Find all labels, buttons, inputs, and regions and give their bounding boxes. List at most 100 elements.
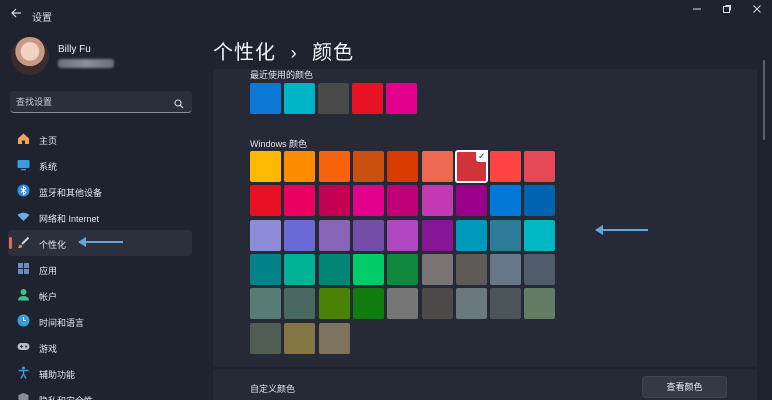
- windows-color-swatch[interactable]: [250, 288, 281, 320]
- sidebar-item-7[interactable]: 时间和语言: [8, 308, 192, 334]
- back-arrow-icon[interactable]: [8, 7, 24, 23]
- windows-color-swatch[interactable]: [490, 185, 522, 217]
- windows-color-swatch[interactable]: [421, 219, 453, 251]
- sidebar-item-8[interactable]: 游戏: [8, 334, 192, 360]
- sidebar-item-4[interactable]: 个性化: [8, 230, 192, 256]
- windows-color-swatch[interactable]: [318, 185, 350, 217]
- sidebar-item-2[interactable]: 蓝牙和其他设备: [8, 178, 192, 204]
- search-input[interactable]: [16, 95, 166, 109]
- windows-color-swatch[interactable]: [284, 288, 316, 320]
- windows-color-swatch[interactable]: [352, 219, 384, 251]
- home-icon: [16, 132, 30, 146]
- app-title: 设置: [32, 13, 52, 24]
- checkmark-icon: ✓: [475, 150, 488, 162]
- windows-color-swatch[interactable]: [421, 185, 453, 217]
- windows-color-swatch[interactable]: [421, 288, 453, 320]
- windows-color-swatch[interactable]: [387, 151, 419, 182]
- windows-color-swatch[interactable]: [284, 322, 316, 354]
- windows-color-swatch[interactable]: [318, 253, 350, 285]
- windows-color-swatch[interactable]: [490, 288, 522, 320]
- globe-clock-icon: [16, 314, 30, 328]
- sidebar-item-5[interactable]: 应用: [8, 256, 192, 282]
- selection-indicator: [9, 237, 12, 249]
- windows-color-swatch[interactable]: [352, 151, 384, 182]
- sidebar-nav: 主页系统蓝牙和其他设备 网络和 Internet 个性化应用帐户时间和语言游戏辅助功…: [8, 126, 192, 400]
- windows-color-swatch[interactable]: [455, 219, 487, 251]
- sidebar-item-10[interactable]: 隐私和安全性: [8, 386, 192, 400]
- view-colors-button[interactable]: 查看颜色: [642, 376, 727, 398]
- avatar[interactable]: [11, 37, 49, 75]
- windows-color-swatch[interactable]: [250, 219, 281, 251]
- sidebar-item-9[interactable]: 辅助功能: [8, 360, 192, 386]
- windows-color-swatch[interactable]: [524, 185, 556, 217]
- maximize-icon[interactable]: [716, 4, 738, 18]
- annotation-arrow-grid: [595, 225, 648, 235]
- windows-color-swatch[interactable]: [250, 322, 281, 354]
- windows-color-swatch[interactable]: [387, 185, 419, 217]
- windows-color-swatch[interactable]: [318, 322, 350, 354]
- windows-color-swatch[interactable]: [455, 253, 487, 285]
- windows-color-swatch[interactable]: [490, 219, 522, 251]
- windows-color-swatch[interactable]: [250, 185, 281, 217]
- page-title: 个性化 › 颜色: [213, 36, 354, 65]
- windows-color-swatch[interactable]: [352, 288, 384, 320]
- windows-color-swatch[interactable]: [524, 253, 556, 285]
- windows-color-swatch[interactable]: [284, 219, 316, 251]
- windows-color-swatch[interactable]: [490, 253, 522, 285]
- gamepad-icon: [16, 340, 30, 354]
- recent-color-swatch[interactable]: [284, 83, 315, 114]
- windows-color-swatch[interactable]: [284, 151, 316, 182]
- sidebar-item-label: 网络和 Internet: [39, 214, 100, 224]
- sidebar-item-6[interactable]: 帐户: [8, 282, 192, 308]
- windows-color-swatch[interactable]: [284, 253, 316, 285]
- windows-color-swatch[interactable]: [524, 288, 556, 320]
- sidebar-item-label: 蓝牙和其他设备: [39, 188, 103, 198]
- sidebar-item-label: 帐户: [39, 292, 58, 302]
- sidebar-item-label: 时间和语言: [39, 318, 85, 328]
- windows-color-swatch[interactable]: [352, 253, 384, 285]
- windows-color-swatch[interactable]: [250, 253, 281, 285]
- sidebar-item-0[interactable]: 主页: [8, 126, 192, 152]
- sidebar-item-label: 游戏: [39, 344, 58, 354]
- sidebar-item-label: 个性化: [39, 240, 67, 250]
- close-icon[interactable]: [746, 4, 768, 18]
- windows-color-swatch[interactable]: [387, 253, 419, 285]
- sidebar-item-1[interactable]: 系统: [8, 152, 192, 178]
- windows-color-swatch[interactable]: [284, 185, 316, 217]
- windows-color-swatch[interactable]: [490, 151, 522, 182]
- recent-color-swatch[interactable]: [250, 83, 281, 114]
- windows-color-swatch[interactable]: ✓: [454, 150, 488, 183]
- recent-color-swatch[interactable]: [386, 83, 417, 114]
- windows-color-swatch[interactable]: [455, 288, 487, 320]
- search-icon[interactable]: [174, 96, 184, 109]
- windows-color-swatch[interactable]: [421, 253, 453, 285]
- windows-color-swatch[interactable]: [387, 288, 419, 320]
- windows-color-swatch[interactable]: [318, 288, 350, 320]
- windows-color-swatch[interactable]: [250, 151, 281, 182]
- sidebar-item-3[interactable]: 网络和 Internet: [8, 204, 192, 230]
- system-icon: [16, 158, 30, 172]
- windows-color-swatch[interactable]: [387, 219, 419, 251]
- breadcrumb-parent[interactable]: 个性化: [213, 42, 276, 64]
- accessibility-icon: [16, 366, 30, 380]
- recent-color-swatch[interactable]: [318, 83, 349, 114]
- windows-color-swatch[interactable]: [318, 219, 350, 251]
- windows-colors-label: Windows 颜色: [250, 139, 308, 149]
- bluetooth-icon: [16, 184, 30, 198]
- recent-color-swatch[interactable]: [352, 83, 383, 114]
- breadcrumb-current: 颜色: [312, 42, 355, 64]
- account-icon: [16, 288, 30, 302]
- search-box[interactable]: [10, 91, 192, 113]
- windows-color-swatch[interactable]: [524, 219, 556, 251]
- windows-color-swatch[interactable]: [318, 151, 350, 182]
- user-email-redacted: [58, 59, 114, 68]
- sidebar-item-label: 辅助功能: [39, 370, 76, 380]
- minimize-icon[interactable]: [686, 4, 708, 18]
- user-name: Billy Fu: [58, 44, 91, 55]
- windows-color-swatch[interactable]: [421, 151, 453, 182]
- windows-color-swatch[interactable]: [524, 151, 556, 182]
- windows-color-swatch[interactable]: [352, 185, 384, 217]
- windows-color-swatch[interactable]: [455, 185, 487, 217]
- scrollbar[interactable]: [763, 60, 765, 140]
- sidebar-item-label: 系统: [39, 162, 58, 172]
